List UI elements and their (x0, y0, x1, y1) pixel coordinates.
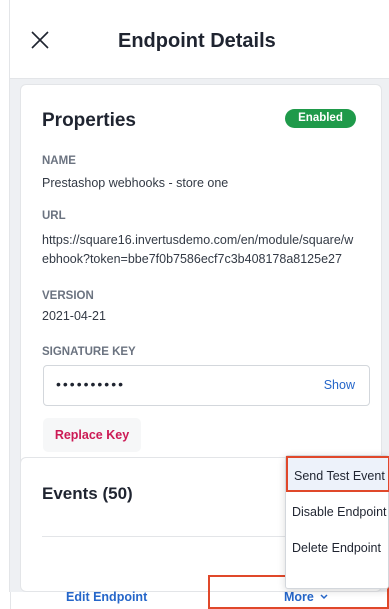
signature-key-masked: •••••••••• (56, 376, 126, 392)
show-key-button[interactable]: Show (324, 378, 355, 392)
url-value-line2: ebhook?token=bbe7f0b7586ecf7c3b408178a81… (42, 252, 342, 266)
page-title: Endpoint Details (118, 30, 276, 52)
name-label: NAME (42, 155, 76, 167)
footer-actions: Edit Endpoint More (0, 575, 389, 609)
version-label: VERSION (42, 290, 94, 302)
events-title: Events (50) (42, 484, 133, 503)
signature-key-field: •••••••••• Show (43, 365, 370, 406)
edit-endpoint-button[interactable]: Edit Endpoint (66, 590, 147, 604)
menu-item-delete-endpoint[interactable]: Delete Endpoint (286, 530, 389, 566)
menu-item-send-test-event[interactable]: Send Test Event (286, 456, 389, 492)
close-button[interactable] (28, 28, 52, 52)
version-value: 2021-04-21 (42, 309, 106, 323)
url-label: URL (42, 210, 66, 222)
properties-card: Properties Enabled NAME Prestashop webho… (20, 84, 382, 471)
chevron-down-icon (320, 594, 328, 600)
more-button-label: More (284, 590, 314, 604)
signature-key-label: SIGNATURE KEY (42, 346, 136, 358)
status-badge: Enabled (285, 109, 356, 128)
replace-key-button[interactable]: Replace Key (43, 418, 141, 452)
name-value: Prestashop webhooks - store one (42, 176, 229, 190)
left-panel-edge (0, 0, 10, 609)
properties-title: Properties (42, 110, 136, 131)
dialog-header: Endpoint Details (10, 0, 389, 79)
more-actions-menu: Send Test Event Disable Endpoint Delete … (285, 455, 389, 589)
menu-item-disable-endpoint[interactable]: Disable Endpoint (286, 494, 389, 530)
url-value-line1: https://square16.invertusdemo.com/en/mod… (42, 233, 354, 247)
close-icon (31, 31, 49, 49)
